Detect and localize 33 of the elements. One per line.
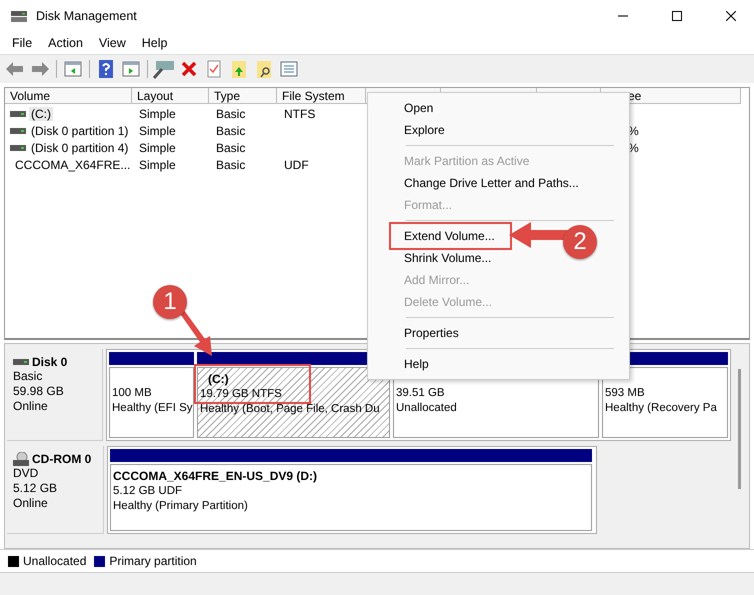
- partition-info: 5.12 GB UDF: [113, 484, 184, 499]
- partition-info: 19.79 GB NTFS: [200, 387, 283, 402]
- table-cell-text: Basic: [215, 124, 246, 138]
- disk-name: CD-ROM 0: [32, 452, 92, 466]
- table-cell-text: Basic: [215, 140, 246, 154]
- disk-info: 5.12 GB: [13, 481, 58, 496]
- table-cell-text: Simple: [138, 124, 177, 138]
- legend-label: Unallocated: [23, 554, 86, 568]
- table-cell-text: Simple: [138, 106, 177, 120]
- window-title: Disk Management: [36, 9, 138, 23]
- partition-info: 100 MB: [112, 386, 153, 401]
- disk-info: 59.98 GB: [13, 384, 65, 399]
- disk-info: DVD: [13, 466, 40, 481]
- partition-title: CCCOMA_X64FRE_EN-US_DV9 (D:): [113, 469, 318, 484]
- table-cell-text: Basic: [215, 158, 246, 172]
- disk-name: Disk 0: [32, 355, 68, 369]
- partition-info: Unallocated: [396, 401, 458, 416]
- disk-info: Online: [13, 399, 49, 414]
- table-cell-text: Basic: [215, 106, 246, 120]
- table-cell-text: Simple: [138, 140, 177, 154]
- table-cell-text: Simple: [138, 158, 177, 172]
- partition-info: Healthy (Primary Partition): [113, 499, 249, 514]
- partition-info: 39.51 GB: [396, 386, 446, 401]
- partition-title: (C:): [207, 372, 230, 387]
- partition-info: Healthy (EFI Sy: [112, 401, 192, 416]
- partition-info: Healthy (Recovery Pa: [605, 401, 718, 416]
- partition-info: Healthy (Boot, Page File, Crash Du: [200, 402, 381, 417]
- disk-info: Online: [13, 496, 49, 511]
- table-cell-text: UDF: [283, 158, 310, 172]
- partition-info: 593 MB: [605, 386, 646, 401]
- legend-label: Primary partition: [109, 554, 197, 568]
- table-cell-text: NTFS: [283, 106, 316, 120]
- disk-info: Basic: [13, 369, 44, 384]
